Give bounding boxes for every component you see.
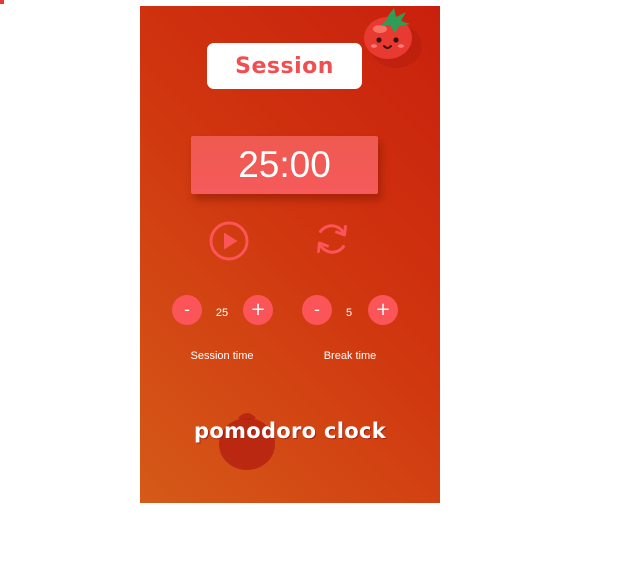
session-time-label: Session time xyxy=(190,350,254,362)
mode-indicator: Session xyxy=(207,43,362,89)
tomato-mascot-icon xyxy=(364,8,422,68)
session-decrement-button[interactable]: - xyxy=(172,295,202,325)
mode-label: Session xyxy=(235,53,334,79)
pomodoro-app: Session 25:00 - 25 + Session time - 5 + … xyxy=(140,6,440,503)
session-increment-button[interactable]: + xyxy=(243,295,273,325)
break-decrement-button[interactable]: - xyxy=(302,295,332,325)
break-length-value: 5 xyxy=(345,307,353,319)
app-title: pomodoro clock xyxy=(193,419,386,443)
timer-display: 25:00 xyxy=(191,136,378,194)
refresh-icon[interactable] xyxy=(311,218,353,260)
session-length-value: 25 xyxy=(215,307,229,319)
timer-text: 25:00 xyxy=(238,144,331,185)
corner-mark xyxy=(0,0,4,4)
break-time-label: Break time xyxy=(323,350,377,362)
break-increment-button[interactable]: + xyxy=(368,295,398,325)
play-circle-icon[interactable] xyxy=(208,220,250,262)
